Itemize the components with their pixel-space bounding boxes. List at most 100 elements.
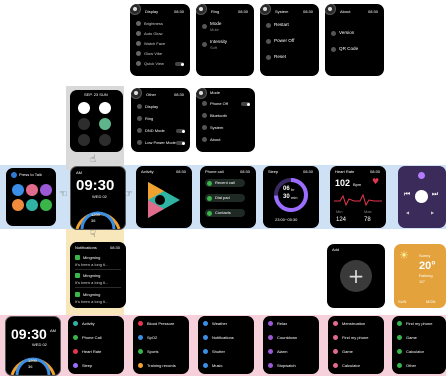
list-item[interactable]: Restart <box>274 22 289 28</box>
screen-title: Ring <box>211 9 220 14</box>
list-item[interactable]: QR Code <box>339 46 358 52</box>
settings-tile[interactable] <box>99 134 111 146</box>
list-item[interactable]: Calculator <box>342 364 360 368</box>
message-icon <box>75 292 80 297</box>
phone-icon <box>73 335 78 340</box>
list-item[interactable]: Shutter <box>212 350 225 354</box>
app-icon[interactable] <box>40 199 52 211</box>
list-item[interactable]: Music <box>212 364 222 368</box>
version-icon <box>331 31 336 36</box>
play-button[interactable] <box>415 190 428 203</box>
brightness-tile[interactable] <box>78 118 90 130</box>
list-item[interactable]: Low Power Mode <box>145 141 176 145</box>
list-item[interactable]: Find my phone <box>342 336 368 340</box>
list-item: Contacts <box>215 210 231 215</box>
list-item[interactable]: System <box>210 126 223 130</box>
list-item[interactable]: Other <box>406 364 416 368</box>
sleep-icon <box>73 363 78 368</box>
volume-up-icon[interactable]: ▶ <box>431 211 434 215</box>
message-icon <box>75 273 80 278</box>
phone-tile[interactable] <box>99 118 111 130</box>
countdown-icon <box>268 335 273 340</box>
plus-icon: + <box>347 264 365 288</box>
phone-off-toggle[interactable] <box>241 102 250 106</box>
list-item[interactable]: Reset <box>274 54 286 60</box>
gear-icon <box>131 88 142 99</box>
reset-icon <box>266 55 271 60</box>
ring-icon <box>137 116 142 121</box>
find-phone-icon <box>333 335 338 340</box>
list-item[interactable]: Brightness <box>144 22 163 26</box>
lowpower-toggle[interactable] <box>176 141 185 145</box>
list-item[interactable]: Alarm <box>277 350 287 354</box>
screen-title: Activity <box>141 169 154 174</box>
restart-icon <box>266 23 271 28</box>
app-icon[interactable] <box>12 184 24 196</box>
press-to-talk-label[interactable]: Press to Talk <box>19 173 42 177</box>
list-item[interactable]: Countdown <box>277 336 297 340</box>
list-item[interactable]: Training records <box>147 364 176 368</box>
notification-app[interactable]: Mingming <box>83 256 100 260</box>
dnd-tile[interactable] <box>78 102 90 114</box>
notification-app[interactable]: Mingming <box>83 293 100 297</box>
list-item[interactable]: Auto Glow <box>144 32 162 36</box>
list-item[interactable]: Calculator <box>406 350 424 354</box>
list-item[interactable]: Phone Call <box>82 336 102 340</box>
list-item[interactable]: Heart Rate <box>82 350 101 354</box>
mode-label[interactable]: Mode <box>210 21 222 27</box>
list-item[interactable]: Version <box>339 30 354 36</box>
app-icon[interactable] <box>26 184 38 196</box>
list-item[interactable]: Power Off <box>274 38 294 44</box>
dnd-toggle[interactable] <box>176 129 185 133</box>
list-item[interactable]: Phone Off <box>210 102 228 106</box>
gear-icon <box>130 4 141 15</box>
training-records-icon <box>138 363 143 368</box>
app-icon[interactable] <box>12 199 24 211</box>
add-screen: Add + <box>327 244 385 308</box>
spo2-icon <box>138 335 143 340</box>
notification-app[interactable]: Mingming <box>83 274 100 278</box>
press-to-talk-screen: Press to Talk <box>6 168 56 226</box>
list-item[interactable]: DND Mode <box>145 129 165 133</box>
list-item[interactable]: Mode <box>210 91 220 95</box>
list-item[interactable]: Game <box>342 350 353 354</box>
list-item[interactable]: Ring <box>145 117 153 121</box>
app-list-1: Activity Phone Call Heart Rate Sleep <box>68 316 124 374</box>
list-item[interactable]: Blood Pressure <box>147 322 174 326</box>
volume-down-icon[interactable]: ◀ <box>406 211 409 215</box>
list-item[interactable]: Stopwatch <box>277 364 296 368</box>
list-item[interactable]: Watch Face <box>144 42 165 46</box>
list-item[interactable]: Find my phone <box>406 322 432 326</box>
list-item[interactable]: Relax <box>277 322 287 326</box>
glow-icon <box>136 31 141 36</box>
list-item[interactable]: About <box>210 138 220 142</box>
list-item[interactable]: SpO2 <box>147 336 157 340</box>
game-icon <box>397 335 402 340</box>
list-item[interactable]: Display <box>145 105 158 109</box>
am-label: AM <box>50 328 56 333</box>
list-item[interactable]: Game <box>406 336 417 340</box>
list-item[interactable]: Bluetooth <box>210 114 227 118</box>
list-item[interactable]: Sports <box>147 350 159 354</box>
list-item[interactable]: Glow Vibe <box>144 52 162 56</box>
display-icon <box>137 104 142 109</box>
ring-tile[interactable] <box>99 102 111 114</box>
list-item[interactable]: Notifications <box>212 336 234 340</box>
app-icon[interactable] <box>26 199 38 211</box>
intensity-label[interactable]: Intensity <box>210 39 227 45</box>
quickview-toggle[interactable] <box>175 62 184 66</box>
next-icon[interactable]: ⏭ <box>431 191 439 198</box>
list-item[interactable]: Menstruation <box>342 322 365 326</box>
previous-icon[interactable]: ⏮ <box>403 191 411 198</box>
list-item[interactable]: Quick View <box>144 62 164 66</box>
max-value: 78 <box>364 217 371 223</box>
calculator-icon <box>333 363 338 368</box>
list-item[interactable]: Sleep <box>82 364 92 368</box>
sports-icon <box>138 349 143 354</box>
list-item[interactable]: Activity <box>82 322 95 326</box>
list-item: Dial pad <box>215 195 230 200</box>
list-item[interactable]: Weather <box>212 322 227 326</box>
music-tile[interactable] <box>78 134 90 146</box>
sleep-hours: 06 <box>283 186 290 192</box>
app-icon[interactable] <box>40 184 52 196</box>
